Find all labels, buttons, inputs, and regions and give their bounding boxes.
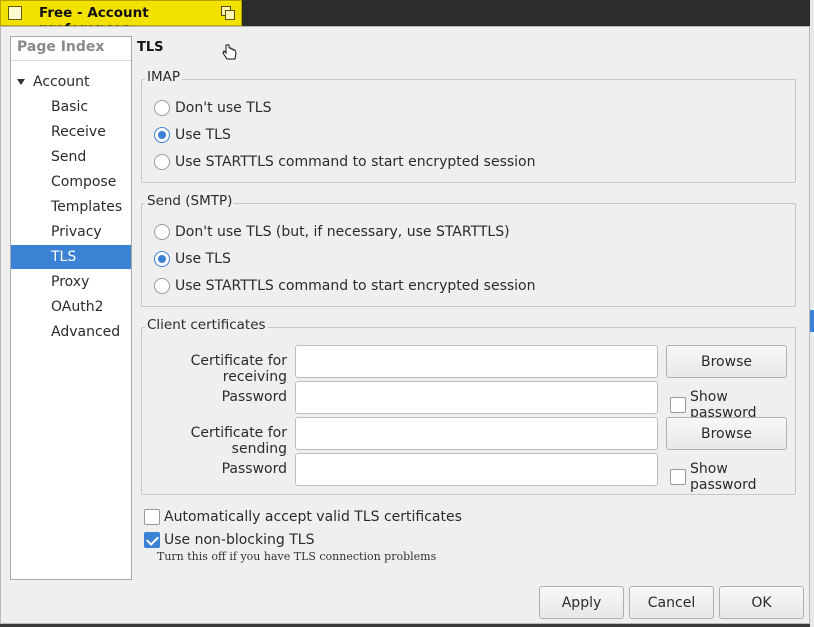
tree-item-compose[interactable]: Compose [11, 170, 131, 194]
smtp-option-tls[interactable]: Use TLS [154, 251, 231, 267]
password-receiving-input[interactable] [295, 381, 658, 414]
imap-group-label: IMAP [145, 69, 183, 85]
cert-receiving-label: Certificate for receiving [190, 353, 287, 385]
imap-option-no-tls[interactable]: Don't use TLS [154, 100, 271, 116]
cert-sending-input[interactable] [295, 417, 658, 450]
radio-label: Use TLS [175, 251, 231, 267]
radio-button[interactable] [154, 127, 170, 143]
ok-button[interactable]: OK [719, 586, 804, 619]
page-index-header: Page Index [17, 39, 105, 55]
password-sending-label: Password [221, 461, 287, 477]
checkbox-label: Automatically accept valid TLS certifica… [164, 509, 462, 525]
expand-arrow-icon[interactable] [17, 79, 25, 85]
cert-receiving-input[interactable] [295, 345, 658, 378]
window-titlebar[interactable]: Free - Account preferences [0, 0, 242, 37]
browse-sending-button[interactable]: Browse [666, 417, 787, 450]
page-index-divider [11, 60, 131, 61]
imap-option-tls[interactable]: Use TLS [154, 127, 231, 143]
cert-sending-label: Certificate for sending [190, 425, 287, 457]
checkbox[interactable] [670, 469, 686, 485]
show-password-sending[interactable]: Show password [670, 461, 795, 493]
client-certificates-group: Client certificates Certificate for rece… [141, 317, 796, 495]
hand-cursor-icon [222, 44, 237, 60]
radio-label: Use STARTTLS command to start encrypted … [175, 154, 536, 170]
tree-item-label: Account [33, 74, 90, 90]
auto-accept-tls-option[interactable]: Automatically accept valid TLS certifica… [144, 509, 462, 525]
browse-receiving-button[interactable]: Browse [666, 345, 787, 378]
nonblocking-hint: Turn this off if you have TLS connection… [157, 550, 437, 563]
tree-item-proxy[interactable]: Proxy [11, 270, 131, 294]
radio-label: Use STARTTLS command to start encrypted … [175, 278, 536, 294]
tree-item-tls[interactable]: TLS [11, 245, 131, 269]
tree-item-advanced[interactable]: Advanced [11, 320, 131, 344]
tree-item-templates[interactable]: Templates [11, 195, 131, 219]
background-selection-mark [810, 310, 814, 332]
tree-item-privacy[interactable]: Privacy [11, 220, 131, 244]
apply-button[interactable]: Apply [539, 586, 624, 619]
checkbox[interactable] [144, 532, 160, 548]
checkbox-label: Use non-blocking TLS [164, 532, 315, 548]
page-title: TLS [137, 40, 164, 55]
maximize-icon[interactable] [221, 6, 236, 21]
smtp-option-no-tls[interactable]: Don't use TLS (but, if necessary, use ST… [154, 224, 510, 240]
smtp-group: Send (SMTP) Don't use TLS (but, if neces… [141, 193, 796, 307]
radio-label: Don't use TLS [175, 100, 272, 116]
password-receiving-label: Password [221, 389, 287, 405]
tree-item-basic[interactable]: Basic [11, 95, 131, 119]
window-menu-icon[interactable] [8, 6, 22, 20]
cancel-button[interactable]: Cancel [629, 586, 714, 619]
preferences-dialog: Page Index Account Basic Receive Send Co… [0, 26, 810, 624]
nonblocking-tls-option[interactable]: Use non-blocking TLS [144, 532, 314, 548]
checkbox[interactable] [144, 509, 160, 525]
tree-item-account[interactable]: Account [11, 70, 131, 94]
imap-group: IMAP Don't use TLS Use TLS Use STARTTLS … [141, 69, 796, 183]
imap-option-starttls[interactable]: Use STARTTLS command to start encrypted … [154, 154, 536, 170]
tree-item-send[interactable]: Send [11, 145, 131, 169]
radio-label: Don't use TLS (but, if necessary, use ST… [175, 224, 510, 240]
radio-button[interactable] [154, 251, 170, 267]
radio-button[interactable] [154, 278, 170, 294]
radio-label: Use TLS [175, 127, 231, 143]
checkbox[interactable] [670, 397, 686, 413]
radio-button[interactable] [154, 154, 170, 170]
page-index-tree[interactable]: Page Index Account Basic Receive Send Co… [10, 36, 132, 580]
tree-item-oauth2[interactable]: OAuth2 [11, 295, 131, 319]
radio-button[interactable] [154, 224, 170, 240]
smtp-option-starttls[interactable]: Use STARTTLS command to start encrypted … [154, 278, 536, 294]
tree-item-receive[interactable]: Receive [11, 120, 131, 144]
radio-button[interactable] [154, 100, 170, 116]
password-sending-input[interactable] [295, 453, 658, 486]
checkbox-label: Show password [690, 461, 757, 493]
client-certificates-label: Client certificates [145, 317, 268, 333]
smtp-group-label: Send (SMTP) [145, 193, 235, 209]
